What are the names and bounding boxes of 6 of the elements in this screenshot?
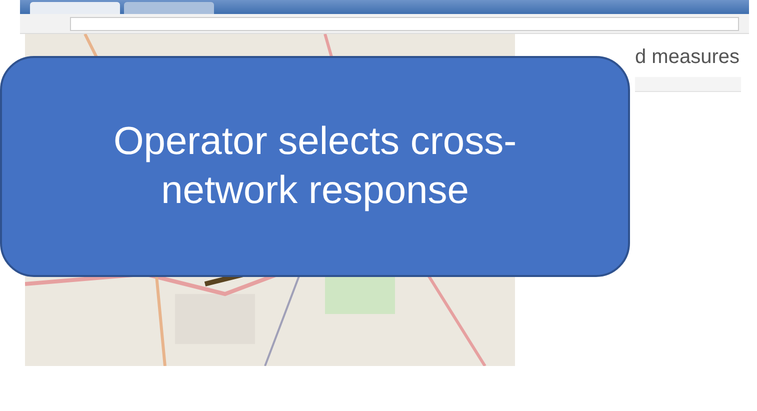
browser-tab[interactable] bbox=[30, 2, 120, 14]
browser-tab[interactable] bbox=[124, 2, 214, 14]
panel-heading: d measures bbox=[635, 46, 740, 69]
list-row[interactable] bbox=[635, 77, 741, 92]
address-bar[interactable] bbox=[70, 17, 739, 31]
callout-text: Operator selects cross-network response bbox=[112, 118, 518, 214]
